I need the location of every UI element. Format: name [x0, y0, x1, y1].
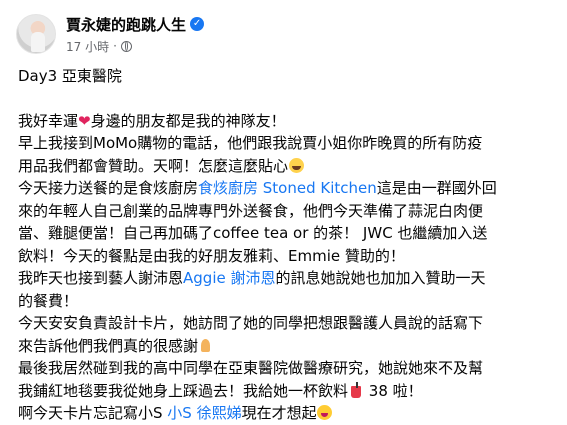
post-line: 我鋪紅地毯要我從她身上踩過去！我給她一杯飲料 38 啦！	[18, 380, 553, 403]
mention-link-stoned-kitchen[interactable]: 食烗廚房 Stoned Kitchen	[198, 179, 377, 197]
heart-icon: ❤	[78, 111, 91, 130]
post-line: 早上我接到MoMo購物的電話，他們跟我說賈小姐你昨晚買的所有防疫	[18, 134, 483, 152]
post-line: 今天接力送餐的是食烗廚房食烗廚房 Stoned Kitchen這是由一群國外回	[18, 177, 553, 200]
author-name[interactable]: 賈永婕的跑跳人生	[66, 14, 186, 35]
post-title: Day3 亞東醫院	[18, 67, 122, 85]
post-timestamp[interactable]: 17 小時	[66, 38, 109, 55]
post-subline: 17 小時 ·	[66, 38, 204, 55]
post-line: 我好幸運❤身邊的朋友都是我的神隊友！	[18, 110, 553, 133]
crying-face-icon	[289, 157, 305, 173]
post-line: 飲料！今天的餐點是由我的好朋友雅莉、Emmie 贊助的！	[18, 246, 405, 265]
text-segment: 身邊的朋友都是我的神隊友！	[90, 111, 286, 130]
text-segment: 38 啦！	[364, 381, 423, 400]
text-segment: 我好幸運	[18, 111, 79, 130]
praying-hands-icon	[198, 338, 213, 353]
post-body: Day3 亞東醫院 我好幸運❤身邊的朋友都是我的神隊友！ 早上我接到MoMo購物…	[18, 65, 553, 425]
drink-cup-icon	[350, 381, 362, 398]
mention-link-little-s[interactable]: 小S 徐熙娣	[167, 404, 241, 422]
post-line: 來的年輕人自己創業的品牌專門外送餐食，他們今天準備了蒜泥白肉便	[18, 201, 484, 220]
meta-separator: ·	[113, 39, 117, 53]
post-line: 來告訴他們我們真的很感謝	[18, 335, 553, 358]
text-segment: 的訊息她說她也加加入贊助一天	[275, 269, 486, 287]
post-line: 的餐費！	[18, 291, 79, 310]
text-segment: 啊今天卡片忘記寫小S	[18, 404, 168, 422]
text-segment: 我鋪紅地毯要我從她身上踩過去！我給她一杯飲料	[18, 381, 349, 400]
text-segment: 用品我們都會贊助。天啊！怎麼這麼貼心	[18, 156, 289, 175]
mention-link-aggie[interactable]: Aggie 謝沛恩	[183, 269, 275, 287]
facebook-post: 賈永婕的跑跳人生 ✓ 17 小時 · Day3 亞東醫院 我好幸運❤身邊的朋友都…	[0, 0, 567, 422]
author-row: 賈永婕的跑跳人生 ✓	[66, 14, 205, 35]
post-line: 我昨天也接到藝人謝沛恩Aggie 謝沛恩的訊息她說她也加加入贊助一天	[18, 267, 553, 290]
post-line: 今天安安負責設計卡片，她訪問了她的同學把想跟醫護人員說的話寫下	[18, 314, 484, 332]
post-header: 賈永婕的跑跳人生 ✓ 17 小時 ·	[16, 12, 205, 56]
avatar[interactable]	[16, 14, 56, 54]
text-segment: 今天接力送餐的是食烗廚房	[18, 179, 199, 197]
post-line: 用品我們都會贊助。天啊！怎麼這麼貼心	[18, 155, 553, 178]
post-line: 當、雞腿便當！自己再加碼了coffee tea or 的茶！ JWC 也繼續加入…	[18, 224, 488, 242]
globe-icon[interactable]	[120, 40, 132, 52]
text-segment: 來告訴他們我們真的很感謝	[18, 336, 199, 355]
post-meta: 賈永婕的跑跳人生 ✓ 17 小時 ·	[66, 14, 205, 55]
text-segment: 我昨天也接到藝人謝沛恩	[18, 269, 184, 287]
text-segment: 這是由一群國外回	[376, 179, 497, 197]
text-segment: 現在才想起	[241, 404, 317, 422]
post-line: 最後我居然碰到我的高中同學在亞東醫院做醫療研究，她說她來不及幫	[18, 359, 484, 377]
post-line: 啊今天卡片忘記寫小S 小S 徐熙娣現在才想起	[18, 402, 553, 425]
verified-badge-icon: ✓	[190, 17, 205, 31]
tongue-wink-face-icon	[316, 405, 332, 420]
